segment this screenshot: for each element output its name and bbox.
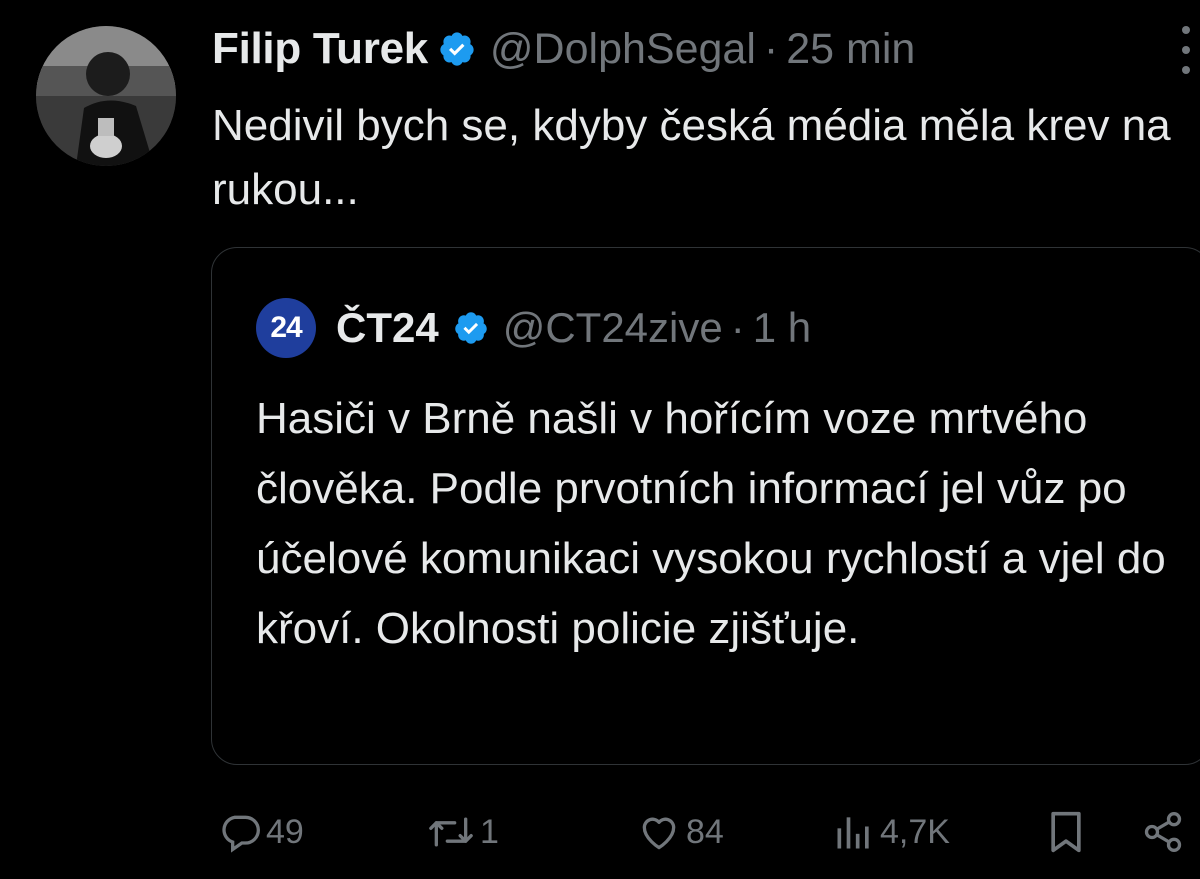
reply-icon [218,810,262,854]
quoted-tweet-header: 24 ČT24 @CT24zive · 1 h [256,298,811,358]
tweet-timestamp[interactable]: 25 min [786,25,915,74]
views-button[interactable]: 4,7K [832,800,950,864]
quoted-author-handle[interactable]: @CT24zive [503,304,723,352]
tweet[interactable]: Filip Turek @DolphSegal · 25 min Nedivil… [0,0,1200,879]
views-icon [832,810,876,854]
tweet-header: Filip Turek @DolphSegal · 25 min [212,18,1200,80]
bookmark-button[interactable] [1046,800,1086,864]
share-button[interactable] [1140,800,1186,864]
tweet-text: Nedivil bych se, kdyby česká média měla … [212,101,1171,214]
quoted-separator-dot: · [730,304,745,351]
reply-count: 49 [266,812,304,851]
repost-count: 1 [480,812,499,851]
bookmark-icon [1046,810,1086,854]
tweet-content: Filip Turek @DolphSegal · 25 min Nedivil… [212,18,1200,222]
author-avatar[interactable] [36,26,176,166]
like-button[interactable]: 84 [636,800,724,864]
quoted-author-display-name[interactable]: ČT24 [336,304,439,352]
repost-button[interactable]: 1 [426,800,499,864]
quoted-avatar-text: 24 [270,311,302,344]
reply-button[interactable]: 49 [218,800,304,864]
quoted-verified-badge-icon[interactable] [453,310,489,346]
views-count: 4,7K [880,812,950,851]
repost-icon [426,810,476,854]
quoted-tweet-text: Hasiči v Brně našli v hořícím voze mrtvé… [256,394,1166,653]
separator-dot: · [763,24,779,73]
author-handle[interactable]: @DolphSegal [490,25,756,74]
quoted-tweet-timestamp[interactable]: 1 h [753,304,811,352]
verified-badge-icon[interactable] [438,30,476,68]
share-icon [1140,810,1186,854]
author-display-name[interactable]: Filip Turek [212,24,428,74]
quoted-tweet[interactable]: 24 ČT24 @CT24zive · 1 h Hasiči v Brně na… [211,247,1200,765]
tweet-actions: 49 1 84 4,7K [212,800,1200,864]
like-count: 84 [686,812,724,851]
heart-icon [636,810,682,854]
quoted-author-avatar[interactable]: 24 [256,298,316,358]
